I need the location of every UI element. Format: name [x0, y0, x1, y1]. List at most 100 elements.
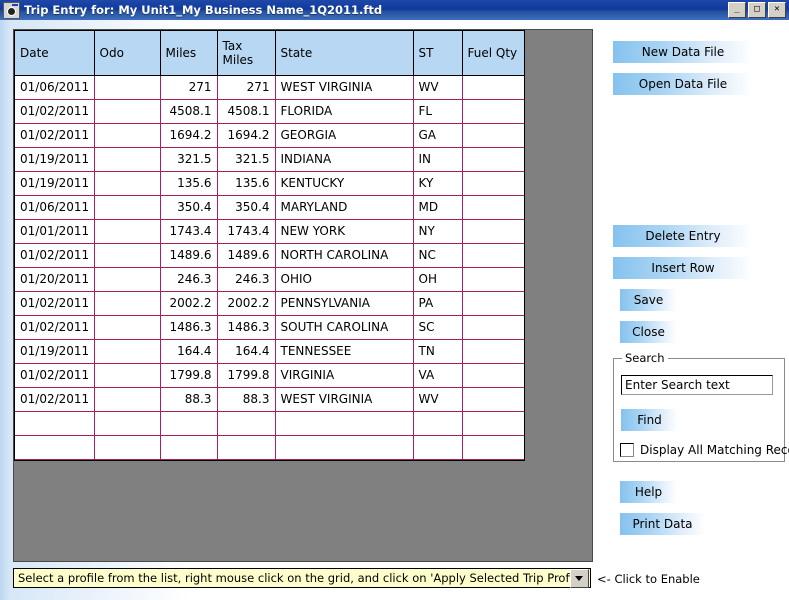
- table-row[interactable]: [15, 411, 524, 436]
- table-row[interactable]: 01/02/2011 2002.2 2002.2 PENNSYLVANIA PA: [15, 291, 524, 316]
- cell-fuel-qty[interactable]: [462, 243, 524, 268]
- cell-miles[interactable]: 1486.3: [160, 315, 218, 340]
- column-header-date[interactable]: Date: [15, 31, 95, 76]
- cell-st[interactable]: IN: [413, 147, 463, 172]
- cell-date[interactable]: 01/02/2011: [15, 291, 95, 316]
- delete-entry-button[interactable]: Delete Entry: [613, 225, 753, 247]
- cell-date[interactable]: 01/02/2011: [15, 363, 95, 388]
- cell-tax-miles[interactable]: 1486.3: [217, 315, 276, 340]
- cell-odo[interactable]: [94, 267, 161, 292]
- cell-miles[interactable]: 2002.2: [160, 291, 218, 316]
- cell-st[interactable]: SC: [413, 315, 463, 340]
- table-row[interactable]: 01/02/2011 88.3 88.3 WEST VIRGINIA WV: [15, 387, 524, 412]
- cell-tax-miles[interactable]: 1743.4: [217, 219, 276, 244]
- table-row[interactable]: 01/06/2011 350.4 350.4 MARYLAND MD: [15, 195, 524, 220]
- cell-fuel-qty[interactable]: [462, 219, 524, 244]
- table-row[interactable]: 01/01/2011 1743.4 1743.4 NEW YORK NY: [15, 219, 524, 244]
- cell-miles[interactable]: 246.3: [160, 267, 218, 292]
- cell-fuel-qty[interactable]: [462, 195, 524, 220]
- cell-state[interactable]: WEST VIRGINIA: [275, 387, 414, 412]
- cell-fuel-qty[interactable]: [462, 123, 524, 148]
- cell-state[interactable]: VIRGINIA: [275, 363, 414, 388]
- cell-tax-miles[interactable]: 271: [217, 75, 276, 100]
- cell-st[interactable]: OH: [413, 267, 463, 292]
- cell-date[interactable]: 01/02/2011: [15, 243, 95, 268]
- cell-odo[interactable]: [94, 243, 161, 268]
- cell-odo[interactable]: [94, 411, 161, 436]
- cell-st[interactable]: GA: [413, 123, 463, 148]
- cell-tax-miles[interactable]: [217, 411, 276, 436]
- cell-state[interactable]: WEST VIRGINIA: [275, 75, 414, 100]
- table-row[interactable]: 01/02/2011 1694.2 1694.2 GEORGIA GA: [15, 123, 524, 148]
- cell-miles[interactable]: 1743.4: [160, 219, 218, 244]
- cell-miles[interactable]: 350.4: [160, 195, 218, 220]
- table-row[interactable]: 01/02/2011 4508.1 4508.1 FLORIDA FL: [15, 99, 524, 124]
- cell-state[interactable]: NORTH CAROLINA: [275, 243, 414, 268]
- cell-odo[interactable]: [94, 339, 161, 364]
- cell-tax-miles[interactable]: 321.5: [217, 147, 276, 172]
- cell-st[interactable]: FL: [413, 99, 463, 124]
- close-button-action[interactable]: Close: [620, 321, 677, 343]
- column-header-fuel-qty[interactable]: Fuel Qty: [462, 31, 524, 76]
- cell-miles[interactable]: 88.3: [160, 387, 218, 412]
- cell-date[interactable]: 01/01/2011: [15, 219, 95, 244]
- minimize-button[interactable]: _: [728, 2, 746, 18]
- find-button[interactable]: Find: [621, 409, 678, 431]
- cell-state[interactable]: MARYLAND: [275, 195, 414, 220]
- table-row[interactable]: 01/02/2011 1489.6 1489.6 NORTH CAROLINA NC: [15, 243, 524, 268]
- cell-date[interactable]: 01/20/2011: [15, 267, 95, 292]
- table-row[interactable]: 01/06/2011 271 271 WEST VIRGINIA WV: [15, 75, 524, 100]
- cell-date[interactable]: [15, 411, 95, 436]
- cell-miles[interactable]: [160, 411, 218, 436]
- cell-fuel-qty[interactable]: [462, 75, 524, 100]
- cell-miles[interactable]: 1799.8: [160, 363, 218, 388]
- cell-date[interactable]: 01/19/2011: [15, 339, 95, 364]
- column-header-tax-miles[interactable]: Tax Miles: [217, 31, 276, 76]
- new-data-file-button[interactable]: New Data File: [613, 41, 753, 63]
- table-row[interactable]: [15, 435, 524, 460]
- column-header-st[interactable]: ST: [413, 31, 463, 76]
- table-row[interactable]: 01/20/2011 246.3 246.3 OHIO OH: [15, 267, 524, 292]
- column-header-miles[interactable]: Miles: [160, 31, 218, 76]
- cell-miles[interactable]: [160, 435, 218, 460]
- cell-state[interactable]: [275, 435, 414, 460]
- cell-tax-miles[interactable]: 1694.2: [217, 123, 276, 148]
- cell-date[interactable]: 01/02/2011: [15, 123, 95, 148]
- cell-odo[interactable]: [94, 99, 161, 124]
- cell-date[interactable]: 01/19/2011: [15, 171, 95, 196]
- cell-date[interactable]: 01/19/2011: [15, 147, 95, 172]
- cell-fuel-qty[interactable]: [462, 315, 524, 340]
- cell-date[interactable]: 01/06/2011: [15, 195, 95, 220]
- cell-tax-miles[interactable]: 135.6: [217, 171, 276, 196]
- table-row[interactable]: 01/19/2011 164.4 164.4 TENNESSEE TN: [15, 339, 524, 364]
- cell-state[interactable]: NEW YORK: [275, 219, 414, 244]
- cell-miles[interactable]: 321.5: [160, 147, 218, 172]
- cell-odo[interactable]: [94, 171, 161, 196]
- cell-tax-miles[interactable]: 164.4: [217, 339, 276, 364]
- cell-st[interactable]: TN: [413, 339, 463, 364]
- cell-date[interactable]: 01/02/2011: [15, 315, 95, 340]
- cell-date[interactable]: [15, 435, 95, 460]
- cell-state[interactable]: SOUTH CAROLINA: [275, 315, 414, 340]
- cell-miles[interactable]: 1489.6: [160, 243, 218, 268]
- maximize-button[interactable]: □: [748, 2, 766, 18]
- cell-st[interactable]: [413, 411, 463, 436]
- cell-fuel-qty[interactable]: [462, 171, 524, 196]
- display-all-matching-records-row[interactable]: Display All Matching Records: [620, 443, 789, 457]
- cell-miles[interactable]: 1694.2: [160, 123, 218, 148]
- trip-profile-combobox[interactable]: Select a profile from the list, right mo…: [13, 568, 591, 588]
- cell-state[interactable]: OHIO: [275, 267, 414, 292]
- chevron-down-icon[interactable]: [570, 568, 589, 588]
- cell-miles[interactable]: 135.6: [160, 171, 218, 196]
- cell-miles[interactable]: 164.4: [160, 339, 218, 364]
- cell-st[interactable]: WV: [413, 75, 463, 100]
- cell-fuel-qty[interactable]: [462, 291, 524, 316]
- close-button[interactable]: ✕: [768, 2, 786, 18]
- cell-miles[interactable]: 271: [160, 75, 218, 100]
- cell-state[interactable]: [275, 411, 414, 436]
- table-row[interactable]: 01/02/2011 1486.3 1486.3 SOUTH CAROLINA SC: [15, 315, 524, 340]
- cell-st[interactable]: NC: [413, 243, 463, 268]
- cell-st[interactable]: WV: [413, 387, 463, 412]
- save-button[interactable]: Save: [620, 289, 677, 311]
- table-row[interactable]: 01/02/2011 1799.8 1799.8 VIRGINIA VA: [15, 363, 524, 388]
